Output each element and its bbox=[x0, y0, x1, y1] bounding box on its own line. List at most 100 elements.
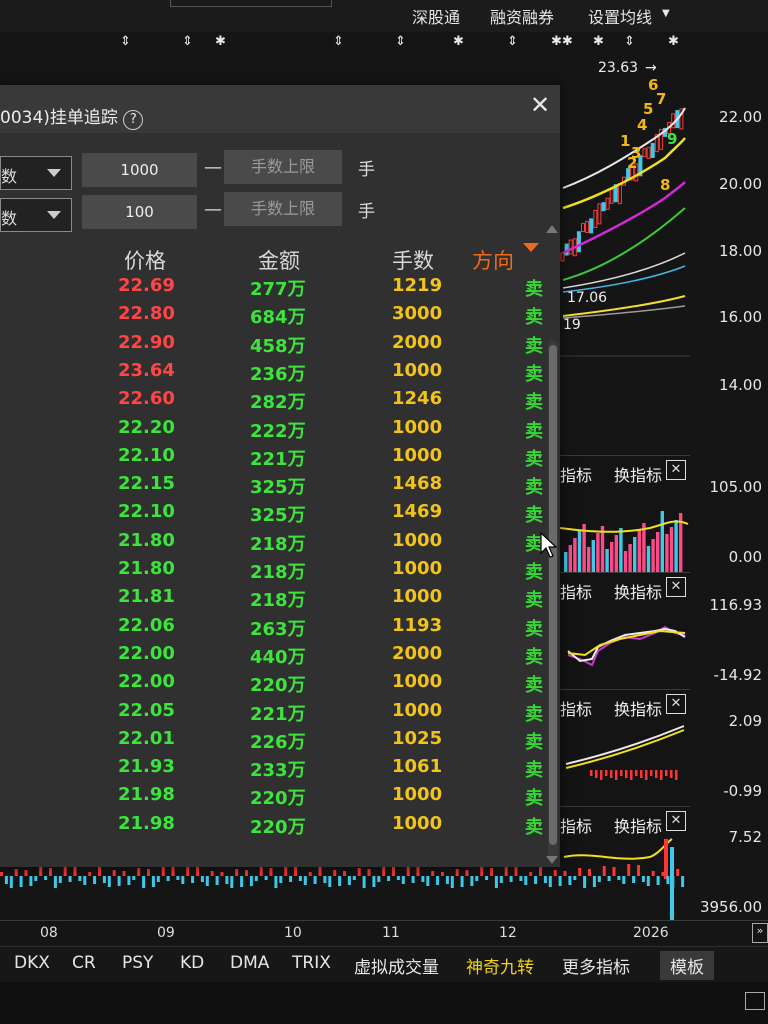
volume-bar bbox=[127, 876, 131, 885]
volume-bar bbox=[529, 872, 533, 876]
help-icon[interactable]: ? bbox=[123, 110, 144, 130]
min-volume-input[interactable]: 1000 bbox=[82, 153, 197, 187]
order-row[interactable]: 23.64 236万 1000 卖 bbox=[0, 360, 560, 388]
scroll-down-icon[interactable] bbox=[546, 856, 558, 864]
order-tracking-dialog[interactable]: 0034)挂单追踪 ? ✕ 数 1000 — 手数上限 手 数 100 — 手数… bbox=[0, 85, 560, 867]
y-tick: -0.99 bbox=[723, 782, 762, 800]
close-icon[interactable]: ✕ bbox=[666, 694, 686, 714]
column-header-direction[interactable]: 方向 bbox=[472, 245, 514, 275]
pane-bar bbox=[573, 538, 577, 572]
tab-dkx[interactable]: DKX bbox=[14, 953, 50, 973]
indicator-pane-1[interactable]: 指标 换指标 ✕ bbox=[560, 455, 690, 573]
menu-shenguto[interactable]: 深股通 bbox=[412, 4, 460, 28]
dialog-titlebar[interactable]: 0034)挂单追踪 ? ✕ bbox=[0, 85, 560, 133]
scroll-right-icon[interactable]: » bbox=[752, 923, 768, 943]
order-row[interactable]: 22.05 221万 1000 卖 bbox=[0, 700, 560, 728]
indicator-pane-2[interactable]: 指标 换指标 ✕ bbox=[560, 572, 690, 690]
column-header-amount[interactable]: 金额 bbox=[258, 245, 300, 275]
column-header-price[interactable]: 价格 bbox=[124, 245, 166, 275]
tab-trix[interactable]: TRIX bbox=[292, 953, 331, 973]
tab-kd[interactable]: KD bbox=[180, 953, 204, 973]
tab-cr[interactable]: CR bbox=[72, 953, 96, 973]
order-row[interactable]: 21.93 233万 1061 卖 bbox=[0, 756, 560, 784]
order-row[interactable]: 21.98 220万 1000 卖 bbox=[0, 784, 560, 812]
volume-bar bbox=[78, 876, 82, 881]
min-volume-input[interactable]: 100 bbox=[82, 195, 197, 229]
order-row[interactable]: 21.80 218万 1000 卖 bbox=[0, 530, 560, 558]
candle bbox=[589, 218, 594, 234]
tab-virtual-volume[interactable]: 虚拟成交量 bbox=[354, 953, 439, 978]
price-cell: 22.10 bbox=[118, 501, 175, 523]
volume-bar bbox=[519, 876, 523, 881]
tab-template[interactable]: 模板 bbox=[660, 951, 714, 980]
order-row[interactable]: 21.80 218万 1000 卖 bbox=[0, 558, 560, 586]
order-row[interactable]: 22.15 325万 1468 卖 bbox=[0, 473, 560, 501]
menu-margin-trading[interactable]: 融资融券 bbox=[490, 4, 554, 28]
order-row[interactable]: 22.69 277万 1219 卖 bbox=[0, 275, 560, 303]
filter-type-select[interactable]: 数 bbox=[0, 156, 72, 190]
max-volume-input[interactable]: 手数上限 bbox=[224, 150, 342, 184]
amount-cell: 221万 bbox=[250, 448, 306, 470]
tab-dma[interactable]: DMA bbox=[230, 953, 269, 973]
scroll-up-icon[interactable] bbox=[546, 225, 558, 233]
window-icon[interactable] bbox=[745, 992, 765, 1010]
candle bbox=[609, 188, 614, 204]
volume-bar bbox=[205, 876, 209, 886]
order-row[interactable]: 22.10 325万 1469 卖 bbox=[0, 501, 560, 529]
direction-cell: 卖 bbox=[525, 703, 543, 725]
y-tick: 16.00 bbox=[719, 308, 762, 326]
close-icon[interactable]: ✕ bbox=[666, 460, 686, 480]
switch-indicator-button[interactable]: 换指标 bbox=[614, 583, 662, 602]
close-icon[interactable]: ✕ bbox=[530, 91, 550, 119]
volume-bar bbox=[553, 870, 557, 876]
switch-indicator-button[interactable]: 换指标 bbox=[614, 700, 662, 719]
volume-bar bbox=[661, 872, 665, 876]
switch-indicator-button[interactable]: 换指标 bbox=[614, 817, 662, 836]
pane-bar bbox=[674, 520, 678, 572]
column-header-volume[interactable]: 手数 bbox=[392, 245, 434, 275]
order-row[interactable]: 22.60 282万 1246 卖 bbox=[0, 388, 560, 416]
volume-bar bbox=[666, 876, 670, 884]
scrollbar-thumb[interactable] bbox=[549, 345, 557, 845]
tab-more-indicators[interactable]: 更多指标 bbox=[562, 953, 630, 978]
volume-bar bbox=[9, 876, 13, 888]
order-row[interactable]: 22.00 440万 2000 卖 bbox=[0, 643, 560, 671]
tab-magic-nine[interactable]: 神奇九转 bbox=[466, 953, 534, 978]
order-row[interactable]: 21.98 220万 1000 卖 bbox=[0, 813, 560, 841]
volume-bar bbox=[499, 876, 503, 883]
price-cell: 21.81 bbox=[118, 586, 175, 608]
candlestick-chart[interactable]: 23.63 → 17.06 19 1 2 3 4 5 6 7 8 9 bbox=[555, 48, 690, 408]
volume-bar bbox=[455, 869, 459, 876]
menu-set-ma[interactable]: 设置均线 bbox=[588, 4, 652, 28]
order-row[interactable]: 22.20 222万 1000 卖 bbox=[0, 417, 560, 445]
pane-bar bbox=[645, 770, 648, 780]
ma-value-label: 17.06 bbox=[567, 290, 607, 306]
order-row[interactable]: 22.80 684万 3000 卖 bbox=[0, 303, 560, 331]
sort-desc-icon[interactable] bbox=[523, 243, 539, 252]
direction-cell: 卖 bbox=[525, 731, 543, 753]
order-row[interactable]: 22.01 226万 1025 卖 bbox=[0, 728, 560, 756]
candle bbox=[576, 231, 581, 253]
switch-indicator-button[interactable]: 换指标 bbox=[614, 466, 662, 485]
filter-type-select[interactable]: 数 bbox=[0, 198, 72, 232]
ma-value-label-2: 19 bbox=[563, 317, 581, 333]
order-row[interactable]: 21.81 218万 1000 卖 bbox=[0, 586, 560, 614]
close-icon[interactable]: ✕ bbox=[666, 577, 686, 597]
volume-bar bbox=[411, 876, 415, 883]
order-row[interactable]: 22.10 221万 1000 卖 bbox=[0, 445, 560, 473]
pane-bar bbox=[615, 770, 618, 780]
tab-psy[interactable]: PSY bbox=[122, 953, 153, 973]
close-icon[interactable]: ✕ bbox=[666, 811, 686, 831]
chevron-down-icon[interactable]: ▼ bbox=[662, 8, 670, 19]
indicator-pane-3[interactable]: 指标 换指标 ✕ bbox=[560, 689, 690, 807]
order-row[interactable]: 22.90 458万 2000 卖 bbox=[0, 332, 560, 360]
pane-header: 指标 换指标 bbox=[560, 696, 662, 720]
order-row[interactable]: 22.00 220万 1000 卖 bbox=[0, 671, 560, 699]
volume-cell: 1000 bbox=[392, 416, 443, 438]
volume-bar bbox=[396, 876, 400, 880]
order-row[interactable]: 22.06 263万 1193 卖 bbox=[0, 615, 560, 643]
volume-bar bbox=[235, 869, 239, 876]
pane-bar bbox=[625, 770, 628, 778]
volume-bar bbox=[392, 867, 395, 876]
max-volume-input[interactable]: 手数上限 bbox=[224, 192, 342, 226]
